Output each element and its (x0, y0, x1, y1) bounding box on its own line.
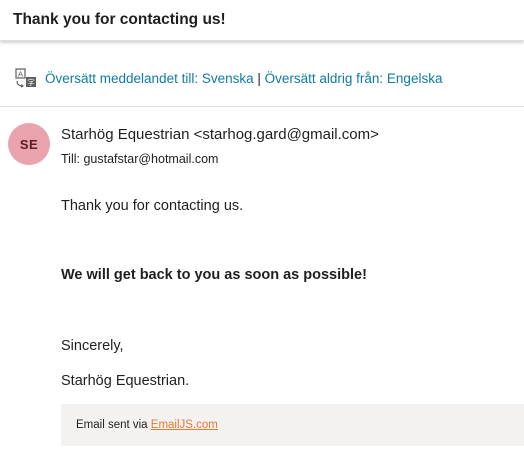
to-address[interactable]: gustafstar@hotmail.com (83, 152, 218, 166)
subject-bar: Thank you for contacting us! (0, 0, 524, 41)
body-line-1: Thank you for contacting us. (61, 198, 244, 214)
email-footer: Email sent via EmailJS.com (61, 404, 524, 446)
svg-text:A: A (18, 70, 23, 79)
email-subject: Thank you for contacting us! (13, 11, 226, 28)
translate-message-link[interactable]: Översätt meddelandet till: Svenska (45, 71, 254, 86)
translate-options: Översätt meddelandet till: Svenska | Öve… (45, 71, 442, 86)
translate-separator: | (253, 71, 265, 86)
to-label: Till: (61, 152, 80, 166)
emailjs-link[interactable]: EmailJS.com (151, 419, 218, 431)
translate-bar: A 字 Översätt meddelandet till: Svenska |… (0, 50, 524, 107)
never-translate-link[interactable]: Översätt aldrig från: Engelska (265, 71, 443, 86)
body-line-3: Sincerely, (61, 338, 124, 354)
body-line-2: We will get back to you as soon as possi… (61, 267, 367, 283)
translate-icon: A 字 (15, 67, 37, 89)
sender[interactable]: Starhög Equestrian <starhog.gard@gmail.c… (61, 126, 379, 143)
footer-text: Email sent via EmailJS.com (76, 419, 218, 431)
svg-text:字: 字 (27, 77, 35, 87)
body-line-4: Starhög Equestrian. (61, 373, 190, 389)
recipient-line: Till: gustafstar@hotmail.com (61, 152, 218, 166)
footer-prefix: Email sent via (76, 419, 151, 431)
avatar[interactable]: SE (8, 123, 50, 165)
